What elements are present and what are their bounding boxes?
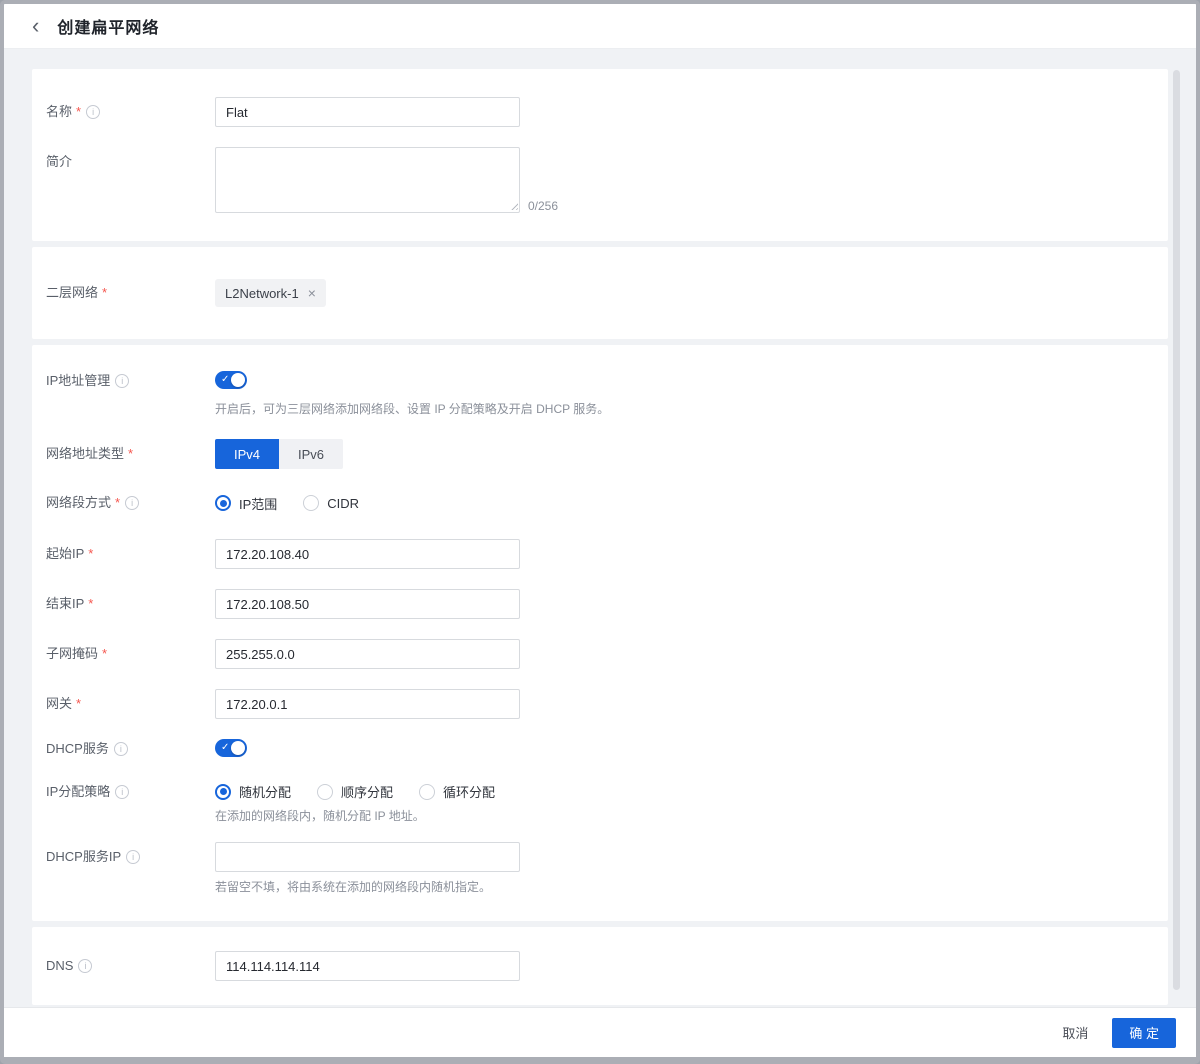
basic-info-card: 名称*i 简介 0/256	[32, 69, 1168, 241]
ip-config-card: IP地址管理 i ✓ 开启后，可为三层网络添加网络段、设置 IP 分配策略及开启 …	[32, 345, 1168, 921]
info-icon[interactable]: i	[78, 959, 93, 973]
description-label: 简介	[46, 154, 73, 169]
create-flat-network-window: ‹ 创建扁平网络 名称*i 简介	[0, 0, 1200, 1064]
description-field-row: 简介 0/256	[46, 147, 1154, 213]
name-label: 名称 * i	[46, 97, 215, 127]
netmask-input[interactable]	[215, 639, 520, 669]
required-mark: *	[102, 646, 108, 661]
radio-dot	[215, 783, 231, 800]
dns-row: DNS i	[46, 951, 1154, 981]
end-ip-row: 结束IP *	[46, 589, 1154, 619]
info-icon[interactable]: i	[125, 496, 140, 510]
footer: 取消 确 定	[4, 1007, 1196, 1057]
segment-ipv4[interactable]: IPv4	[215, 439, 279, 469]
ip-policy-helper: 在添加的网络段内，随机分配 IP 地址。	[215, 809, 425, 823]
dhcp-ip-helper: 若留空不填，将由系统在添加的网络段内随机指定。	[215, 880, 492, 894]
gateway-row: 网关 *	[46, 689, 1154, 719]
check-icon: ✓	[221, 742, 230, 753]
dhcp-ip-input[interactable]	[215, 842, 520, 872]
info-icon[interactable]: i	[86, 105, 101, 119]
check-icon: ✓	[221, 374, 230, 385]
dhcp-ip-row: DHCP服务IP i 若留空不填，将由系统在添加的网络段内随机指定。	[46, 842, 1154, 895]
radio-dot	[215, 495, 231, 511]
dhcp-label: DHCP服务 i	[46, 739, 215, 762]
addr-type-row: 网络地址类型 * IPv4 IPv6	[46, 439, 1154, 469]
radio-ip-range[interactable]: IP范围	[215, 494, 277, 513]
dhcp-row: DHCP服务 i ✓	[46, 739, 1154, 762]
required-mark: *	[102, 285, 108, 300]
info-icon[interactable]: i	[126, 850, 141, 864]
addr-type-segment: IPv4 IPv6	[215, 439, 343, 469]
ip-policy-row: IP分配策略 i 随机分配 顺序分配 循环分配 在添加的网络段内，随机分配 IP…	[46, 782, 1154, 824]
dns-label: DNS i	[46, 951, 215, 981]
info-icon[interactable]: i	[115, 374, 130, 388]
netmask-label: 子网掩码 *	[46, 646, 108, 661]
confirm-button[interactable]: 确 定	[1112, 1017, 1176, 1048]
cancel-button[interactable]: 取消	[1062, 1023, 1088, 1042]
netmask-row: 子网掩码 *	[46, 639, 1154, 669]
l2network-label: 二层网络 *	[46, 285, 108, 300]
required-mark: *	[115, 495, 121, 510]
info-icon[interactable]: i	[115, 785, 130, 799]
dns-card: DNS i	[32, 927, 1168, 1005]
ip-policy-label: IP分配策略 i	[46, 782, 215, 824]
radio-dot	[317, 783, 334, 800]
start-ip-label: 起始IP *	[46, 546, 94, 561]
back-icon[interactable]: ‹	[32, 15, 39, 37]
radio-cidr[interactable]: CIDR	[303, 495, 359, 511]
info-icon[interactable]: i	[113, 742, 128, 756]
segment-mode-label: 网络段方式 * i	[46, 493, 215, 513]
required-mark: *	[76, 104, 82, 119]
end-ip-label: 结束IP *	[46, 596, 94, 611]
required-mark: *	[128, 446, 134, 461]
start-ip-row: 起始IP *	[46, 539, 1154, 569]
scrollbar-thumb[interactable]	[1173, 70, 1180, 990]
l2-network-card: 二层网络 * L2Network-1 ×	[32, 247, 1168, 339]
radio-roundrobin[interactable]: 循环分配	[419, 782, 495, 801]
name-input[interactable]	[215, 97, 520, 127]
ip-mgmt-helper: 开启后，可为三层网络添加网络段、设置 IP 分配策略及开启 DHCP 服务。	[215, 402, 610, 416]
radio-dot	[419, 783, 436, 800]
required-mark: *	[88, 546, 94, 561]
l2network-field-row: 二层网络 * L2Network-1 ×	[46, 279, 1154, 307]
gateway-input[interactable]	[215, 689, 520, 719]
start-ip-input[interactable]	[215, 539, 520, 569]
tag-close-icon[interactable]: ×	[308, 286, 316, 300]
form-content: 名称*i 简介 0/256	[4, 49, 1196, 1005]
dhcp-toggle[interactable]: ✓	[215, 739, 247, 757]
description-textarea[interactable]	[215, 147, 520, 213]
char-counter: 0/256	[528, 199, 559, 213]
radio-random[interactable]: 随机分配	[215, 782, 291, 801]
ip-mgmt-label: IP地址管理 i	[46, 371, 215, 417]
ip-mgmt-toggle[interactable]: ✓	[215, 371, 247, 389]
header: ‹ 创建扁平网络	[4, 4, 1196, 49]
l2network-tag[interactable]: L2Network-1 ×	[215, 279, 326, 307]
dhcp-ip-label: DHCP服务IP i	[46, 842, 215, 895]
segment-mode-row: 网络段方式 * i IP范围 CIDR	[46, 493, 1154, 513]
end-ip-input[interactable]	[215, 589, 520, 619]
ip-mgmt-row: IP地址管理 i ✓ 开启后，可为三层网络添加网络段、设置 IP 分配策略及开启 …	[46, 371, 1154, 417]
addr-type-label: 网络地址类型 *	[46, 446, 134, 461]
page-title: 创建扁平网络	[57, 20, 160, 37]
radio-sequential[interactable]: 顺序分配	[317, 782, 393, 801]
gateway-label: 网关 *	[46, 696, 82, 711]
required-mark: *	[76, 696, 82, 711]
name-field-row: 名称 * i	[46, 97, 1154, 127]
segment-ipv6[interactable]: IPv6	[279, 439, 343, 469]
required-mark: *	[88, 596, 94, 611]
dns-input[interactable]	[215, 951, 520, 981]
radio-dot	[303, 495, 320, 511]
